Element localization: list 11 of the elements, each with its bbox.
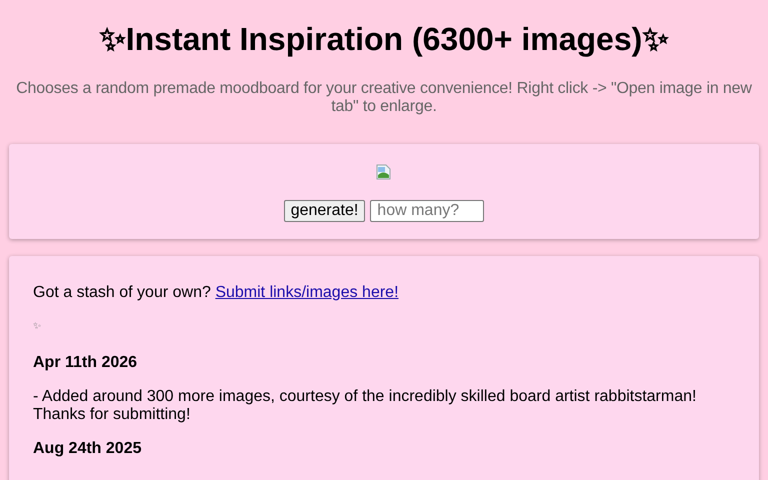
sparkle-divider: ✨ [33, 320, 42, 334]
submit-link[interactable]: Submit links/images here! [215, 284, 399, 301]
broken-image-icon [376, 164, 392, 180]
update-date: Apr 11th 2026 [33, 354, 138, 372]
count-field[interactable]: how many? [370, 200, 484, 222]
update-text: - Added around 300 more images, courtesy of the incredibly skilled board artist rabbitstarman! Thanks for submitting! [33, 388, 698, 424]
page-title: ✨Instant Inspiration (6300+ images)✨ [98, 20, 670, 58]
subtitle: Chooses a random premade moodboard for your creative convenience! Right click -> "Open image in new tab" to enlarge. [15, 80, 753, 116]
update-date: Aug 24th 2025 [33, 440, 142, 458]
generate-button[interactable]: generate! [284, 200, 366, 222]
submit-text: Got a stash of your own? Submit links/images here! [33, 284, 400, 302]
